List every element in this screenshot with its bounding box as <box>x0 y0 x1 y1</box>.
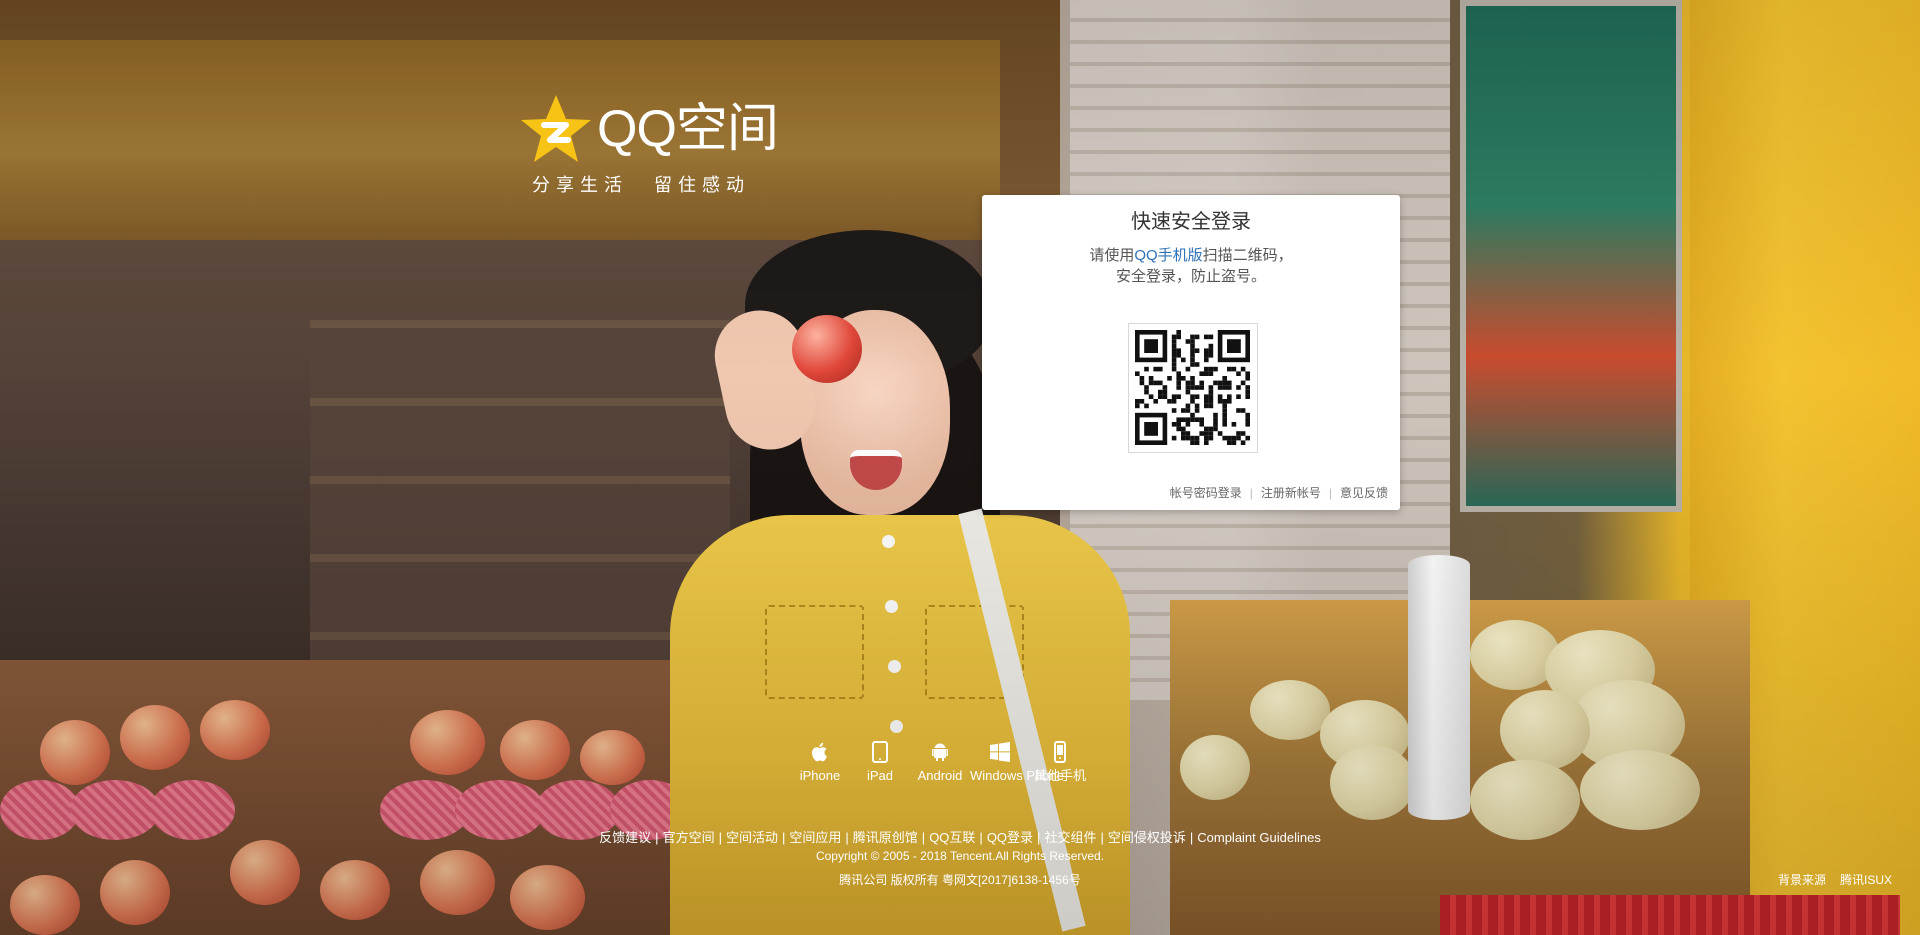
platform-label: iPad <box>866 768 894 783</box>
footer-link[interactable]: 腾讯原创馆 <box>853 830 918 845</box>
footer-link[interactable]: 空间应用 <box>789 830 841 845</box>
footer-link[interactable]: 官方空间 <box>663 830 715 845</box>
background-credits: 背景来源 腾讯ISUX <box>1778 871 1892 888</box>
qq-mobile-link[interactable]: QQ手机版 <box>1134 247 1202 264</box>
brand-slogan: 分享生活 留住感动 <box>532 171 750 197</box>
password-login-link[interactable]: 帐号密码登录 <box>1170 486 1242 500</box>
star-icon <box>521 95 591 162</box>
bg-source-link[interactable]: 背景来源 <box>1778 873 1826 887</box>
divider: | <box>1328 486 1332 500</box>
phone-icon <box>1054 741 1066 763</box>
footer-link[interactable]: 社交组件 <box>1044 830 1096 845</box>
platform-other-phones[interactable]: 其他手机 <box>1030 740 1090 783</box>
platform-label: Android <box>917 768 963 783</box>
footer-link[interactable]: QQ互联 <box>929 830 975 845</box>
tablet-icon <box>872 741 888 763</box>
brand-name: QQ空间 <box>597 100 779 158</box>
footer-link[interactable]: 反馈建议 <box>599 830 651 845</box>
android-icon <box>932 743 948 761</box>
register-link[interactable]: 注册新帐号 <box>1261 486 1321 500</box>
footer-link[interactable]: Complaint Guidelines <box>1197 830 1321 845</box>
platform-label: 其他手机 <box>1033 768 1086 783</box>
footer-links: 反馈建议 | 官方空间 | 空间活动 | 空间应用 | 腾讯原创馆 | QQ互联 | QQ登录 | 社交组件… <box>599 830 1321 845</box>
icp-license: 腾讯公司 版权所有 粤网文[2017]6138-1456号 <box>839 873 1081 887</box>
login-tip: 请使用QQ手机版扫描二维码， 安全登录，防止盗号。 <box>982 245 1400 287</box>
qr-code-image <box>1135 330 1250 445</box>
platform-windows-phone[interactable]: Windows Phone <box>970 740 1064 783</box>
qr-code[interactable] <box>1128 323 1258 453</box>
platform-android[interactable]: Android <box>910 740 970 783</box>
platform-ipad[interactable]: iPad <box>850 740 910 783</box>
login-panel: 快速安全登录 请使用QQ手机版扫描二维码， 安全登录，防止盗号。 帐号密码登录 |… <box>982 195 1400 510</box>
footer-link[interactable]: 空间侵权投诉 <box>1108 830 1186 845</box>
footer-link[interactable]: QQ登录 <box>987 830 1033 845</box>
tip-line2: 安全登录，防止盗号。 <box>1115 268 1266 285</box>
slogan-right: 留住感动 <box>654 175 750 195</box>
isux-link[interactable]: 腾讯ISUX <box>1840 873 1892 887</box>
login-links: 帐号密码登录 | 注册新帐号 | 意见反馈 <box>1170 484 1388 501</box>
copyright: Copyright © 2005 - 2018 Tencent.All Righ… <box>815 849 1105 863</box>
windows-icon <box>990 742 1010 762</box>
apple-icon <box>812 742 827 762</box>
tip-suffix: 扫描二维码， <box>1202 247 1293 264</box>
qzone-logo[interactable]: QQ空间 分享生活 留住感动 <box>520 93 780 203</box>
platform-iphone[interactable]: iPhone <box>790 740 850 783</box>
divider: | <box>1249 486 1253 500</box>
slogan-left: 分享生活 <box>532 175 628 195</box>
background-photo <box>0 0 1920 935</box>
feedback-link[interactable]: 意见反馈 <box>1340 486 1388 500</box>
login-title: 快速安全登录 <box>1131 211 1251 233</box>
tip-prefix: 请使用 <box>1089 247 1135 264</box>
platform-label: iPhone <box>799 768 841 783</box>
footer-link[interactable]: 空间活动 <box>726 830 778 845</box>
